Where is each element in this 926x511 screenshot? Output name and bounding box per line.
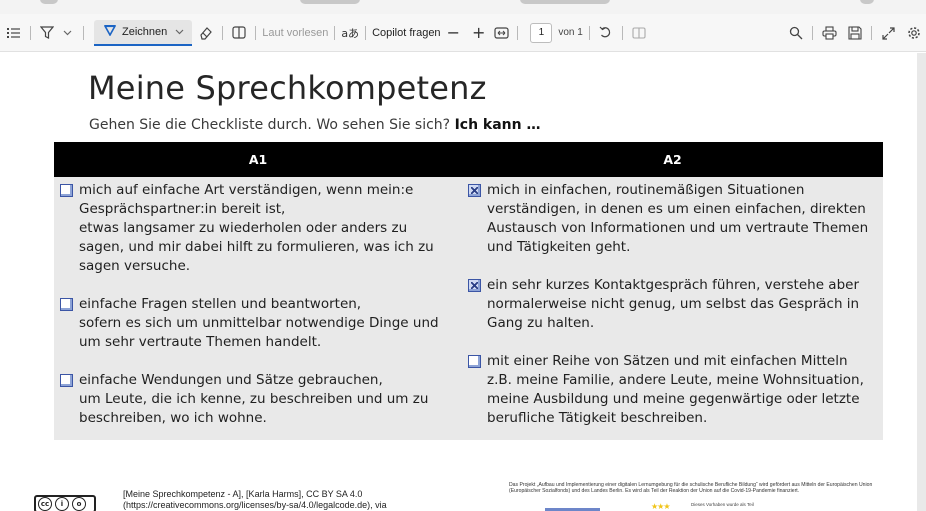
separator	[871, 26, 872, 40]
separator	[365, 25, 367, 40]
pdf-page: Meine Sprechkompetenz Gehen Sie die Chec…	[21, 53, 917, 511]
checkbox[interactable]	[468, 355, 481, 368]
funding-note: Dieses Vorhaben wurde als Teil	[691, 502, 754, 507]
column-a2-cell: mich in einfachen, routinemäßigen Situat…	[462, 177, 883, 440]
save-icon[interactable]	[845, 20, 865, 46]
column-header-a2: A2	[462, 142, 883, 177]
read-aloud-button[interactable]: Laut vorlesen	[262, 27, 328, 39]
browser-top-strip	[0, 0, 926, 14]
checkbox[interactable]	[60, 184, 73, 197]
draw-button[interactable]: Zeichnen	[94, 19, 193, 46]
search-icon[interactable]	[786, 20, 806, 46]
attribution-text: [Meine Sprechkompetenz - A], [Karla Harm…	[123, 489, 387, 510]
fit-width-icon[interactable]	[491, 20, 511, 46]
page-subtitle: Gehen Sie die Checkliste durch. Wo sehen…	[89, 117, 540, 133]
checkbox[interactable]	[60, 298, 73, 311]
page-title: Meine Sprechkompetenz	[88, 69, 487, 107]
pdf-toolbar: Zeichnen Laut vorlesen aあ Copilot fragen…	[0, 14, 926, 52]
chevron-down-icon[interactable]	[175, 26, 184, 38]
checklist-item-text: mich in einfachen, routinemäßigen Situat…	[487, 182, 869, 255]
cc-icon: cc	[38, 497, 52, 511]
draw-label: Zeichnen	[122, 25, 168, 38]
checklist-item: mit einer Reihe von Sätzen und mit einfa…	[468, 352, 873, 428]
scrollbar-track[interactable]	[917, 53, 926, 511]
print-icon[interactable]	[819, 20, 839, 46]
checkbox[interactable]	[60, 374, 73, 387]
rotate-icon[interactable]	[596, 20, 616, 46]
checklist-item: mich in einfachen, routinemäßigen Situat…	[468, 181, 873, 257]
eu-stars-icon: ★★★	[651, 502, 670, 511]
text-options-button[interactable]: aあ	[341, 25, 359, 41]
checklist-item-text: einfache Wendungen und Sätze gebrauchen,…	[79, 372, 429, 426]
separator	[517, 25, 519, 40]
page-number-input[interactable]: 1	[530, 22, 553, 43]
checklist-item-text: einfache Fragen stellen und beantworten,…	[79, 296, 439, 350]
checklist-table: A1 A2 mich auf einfache Art verständigen…	[54, 142, 883, 440]
checklist-item-text: ein sehr kurzes Kontaktgespräch führen, …	[487, 277, 860, 331]
separator	[30, 25, 31, 40]
separator	[83, 25, 84, 40]
copilot-button[interactable]: Copilot fragen	[372, 27, 441, 39]
project-funding-text: Das Projekt „Aufbau und Implementierung …	[509, 482, 873, 495]
checkbox[interactable]	[468, 279, 481, 292]
filter-icon[interactable]	[37, 20, 57, 46]
separator	[222, 25, 224, 40]
column-a1-cell: mich auf einfache Art verständigen, wenn…	[54, 177, 462, 440]
separator	[334, 25, 336, 40]
separator	[621, 25, 623, 40]
checklist-item: mich auf einfache Art verständigen, wenn…	[60, 181, 452, 276]
eraser-icon[interactable]	[196, 20, 216, 46]
checklist-item: einfache Fragen stellen und beantworten,…	[60, 295, 452, 352]
separator	[812, 26, 813, 40]
subtitle-text: Gehen Sie die Checkliste durch. Wo sehen…	[89, 117, 451, 133]
page-total: von 1	[558, 27, 583, 38]
cc-license-logo: cc i o	[34, 495, 96, 511]
settings-gear-icon[interactable]	[904, 20, 924, 46]
separator	[255, 25, 257, 40]
contents-icon[interactable]	[4, 20, 24, 46]
checklist-item: einfache Wendungen und Sätze gebrauchen,…	[60, 371, 452, 428]
page-footer: cc i o [Meine Sprechkompetenz - A], [Kar…	[21, 472, 917, 511]
checklist-item-text: mich auf einfache Art verständigen, wenn…	[79, 182, 434, 274]
share-alike-icon: o	[72, 497, 86, 511]
column-header-a1: A1	[54, 142, 462, 177]
attribution-icon: i	[55, 497, 69, 511]
zoom-in-button[interactable]: +	[466, 23, 491, 42]
checkbox[interactable]	[468, 184, 481, 197]
separator	[588, 25, 590, 40]
chevron-down-icon[interactable]	[57, 20, 77, 46]
zoom-out-button[interactable]: −	[441, 23, 466, 42]
two-page-icon[interactable]	[629, 20, 649, 46]
page-view-icon[interactable]	[229, 20, 249, 46]
subtitle-bold: Ich kann …	[454, 117, 541, 133]
checklist-item-text: mit einer Reihe von Sätzen und mit einfa…	[487, 353, 864, 426]
draw-triangle-icon	[103, 24, 117, 39]
toolbar-right-group	[786, 14, 926, 52]
checklist-item: ein sehr kurzes Kontaktgespräch führen, …	[468, 276, 873, 333]
expand-icon[interactable]	[878, 20, 898, 46]
